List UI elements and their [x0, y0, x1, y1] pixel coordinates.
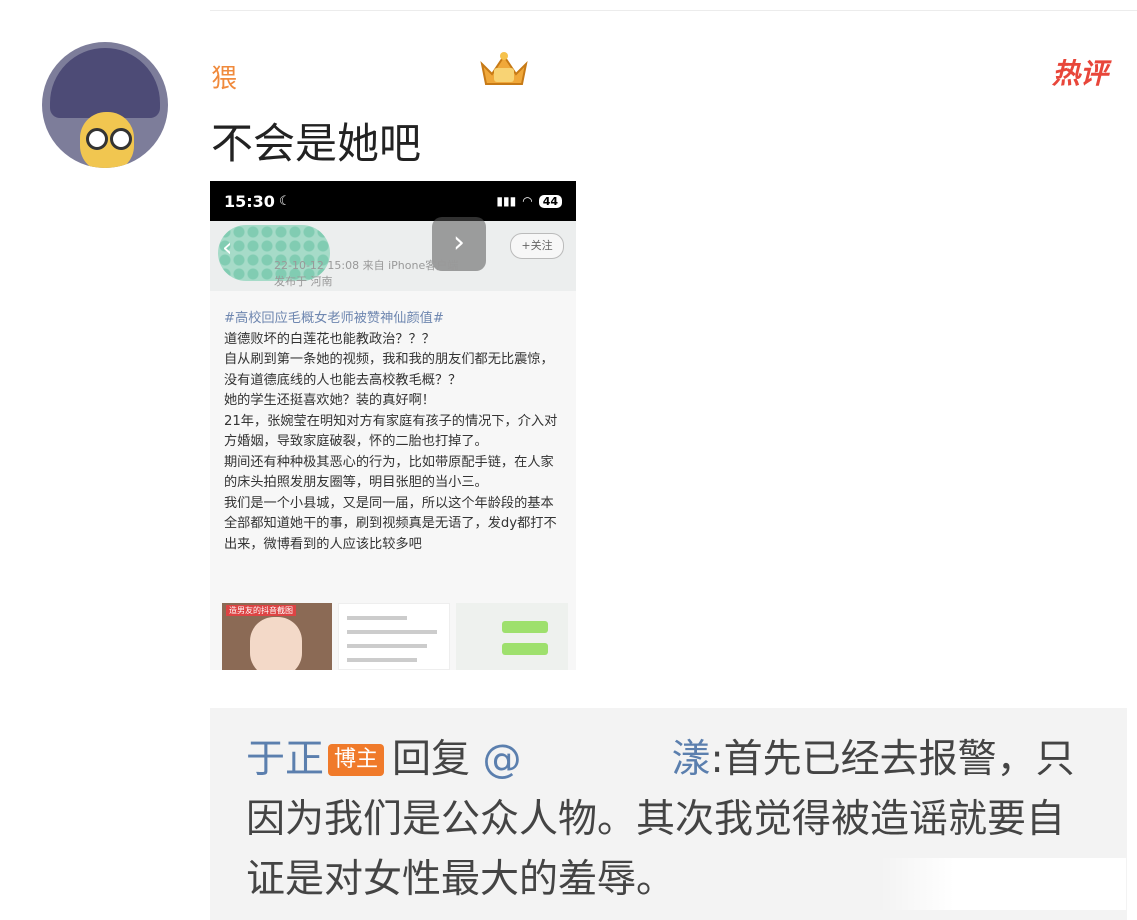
crown-badge-icon: [480, 52, 528, 85]
post-meta-date: 22-10-12 15:08 来自 iPhone客户端: [274, 259, 459, 272]
post-line: 我们是一个小县城，又是同一届，所以这个年龄段的基本全部都知道她干的事，刷到视频真…: [224, 495, 557, 552]
post-image-2: [338, 603, 450, 670]
post-line: 21年，张婉莹在明知对方有家庭有孩子的情况下，介入对方婚姻，导致家庭破裂，怀的二…: [224, 413, 558, 450]
post-images: 造男友的抖音截图: [222, 603, 576, 670]
post-image-label: 造男友的抖音截图: [226, 605, 296, 616]
battery-level: 44: [538, 194, 562, 208]
back-chevron-icon: ‹: [222, 233, 233, 263]
comment-text: 不会是她吧: [211, 119, 422, 168]
status-icons: ▮▮▮ ◠ 44: [496, 194, 562, 208]
top-divider: [210, 10, 1137, 11]
avatar-helmet: [50, 48, 160, 118]
avatar[interactable]: [42, 42, 168, 168]
wifi-icon: ◠: [522, 194, 533, 208]
embedded-screenshot[interactable]: 15:30 ☾ ▮▮▮ ◠ 44 ‹ › +关注 22-10-12 15:08 …: [210, 181, 576, 670]
blogger-badge: 博主: [328, 744, 385, 776]
hot-comment-label: 热评: [1052, 57, 1109, 90]
signal-icon: ▮▮▮: [496, 194, 517, 208]
reply-word: 回复: [392, 737, 471, 782]
post-meta: 22-10-12 15:08 来自 iPhone客户端 发布于 河南: [274, 258, 458, 290]
reply-author[interactable]: 于正: [246, 737, 324, 782]
post-line: 道德败坏的白莲花也能教政治？？？: [224, 331, 435, 347]
reply-at[interactable]: @: [482, 737, 521, 782]
follow-button: +关注: [510, 233, 564, 259]
chat-bubble: [502, 621, 548, 633]
portrait-face: [250, 617, 302, 670]
post-line: 自从刷到第一条她的视频，我和我的朋友们都无比震惊，没有道德底线的人也能去高校教毛…: [224, 352, 554, 388]
redacted-name: [521, 741, 672, 782]
reply-box[interactable]: 于正 博主 回复 @ 漾:首先已经去报警，只因为我们是公众人物。其次我觉得被造谣就要自…: [210, 708, 1127, 920]
moon-icon: ☾: [278, 193, 291, 209]
post-hashtag: #高校回应毛概女老师被赞神仙颜值#: [224, 311, 444, 326]
text-line: [347, 644, 427, 648]
chat-bubble: [502, 643, 548, 655]
post-body: #高校回应毛概女老师被赞神仙颜值# 道德败坏的白莲花也能教政治？？？ 自从刷到第…: [224, 309, 566, 555]
text-line: [347, 658, 417, 662]
watermark-smudge: [880, 858, 1126, 910]
post-image-3: [456, 603, 568, 670]
post-line: 她的学生还挺喜欢她？装的真好啊！: [224, 393, 435, 408]
text-line: [347, 616, 407, 620]
status-time: 15:30: [224, 191, 275, 211]
text-line: [347, 630, 437, 634]
avatar-eye-right: [110, 128, 132, 150]
post-meta-location: 发布于 河南: [274, 275, 333, 288]
post-image-1: 造男友的抖音截图: [222, 603, 332, 670]
avatar-eye-left: [86, 128, 108, 150]
phone-status-bar: 15:30 ☾ ▮▮▮ ◠ 44: [210, 181, 576, 221]
reply-target-tail[interactable]: 漾: [671, 737, 710, 782]
username[interactable]: 猥: [211, 58, 257, 95]
post-line: 期间还有种种极其恶心的行为，比如带原配手链，在人家的床头拍照发朋友圈等，明目张胆…: [224, 454, 554, 491]
